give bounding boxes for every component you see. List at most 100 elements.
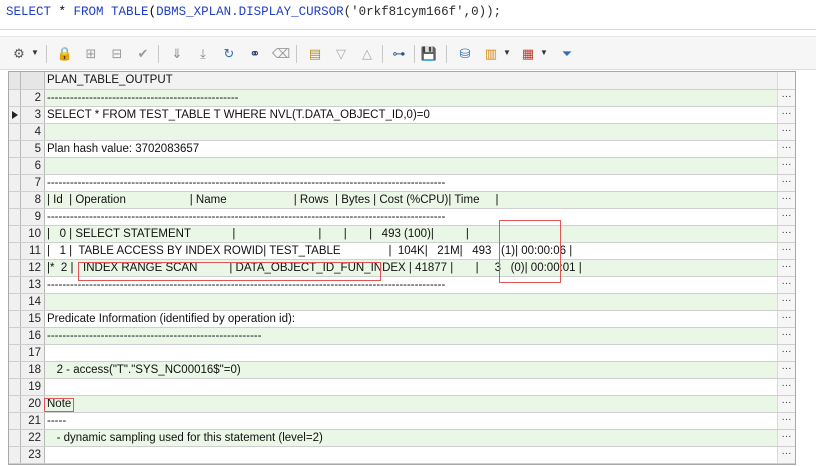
row-indicator[interactable] bbox=[9, 311, 21, 327]
plan-output-cell[interactable]: Plan hash value: 3702083657 bbox=[45, 141, 777, 157]
grid-settings-icon[interactable]: ⚙ bbox=[10, 46, 28, 62]
chevron-down-icon[interactable]: ▼ bbox=[540, 48, 548, 57]
cell-ellipsis-button[interactable]: ··· bbox=[777, 141, 795, 157]
eraser-icon[interactable]: ⌫ bbox=[272, 46, 290, 62]
cell-ellipsis-button[interactable]: ··· bbox=[777, 175, 795, 191]
row-indicator[interactable] bbox=[9, 141, 21, 157]
sql-editor[interactable]: SELECT * FROM TABLE(DBMS_XPLAN.DISPLAY_C… bbox=[0, 0, 816, 30]
plan-output-cell[interactable] bbox=[45, 447, 777, 463]
plan-output-cell[interactable] bbox=[45, 379, 777, 395]
table-row[interactable]: 23 ··· bbox=[9, 447, 795, 464]
row-indicator[interactable] bbox=[9, 107, 21, 123]
table-row[interactable]: 7 ---------------------------------------… bbox=[9, 175, 795, 192]
table-row[interactable]: 9 ---------------------------------------… bbox=[9, 209, 795, 226]
cell-ellipsis-button[interactable]: ··· bbox=[777, 277, 795, 293]
plan-output-cell[interactable]: - dynamic sampling used for this stateme… bbox=[45, 430, 777, 446]
row-indicator[interactable] bbox=[9, 90, 21, 106]
cell-ellipsis-button[interactable]: ··· bbox=[777, 226, 795, 242]
plan-output-cell[interactable]: | 1 | TABLE ACCESS BY INDEX ROWID| TEST_… bbox=[45, 243, 777, 259]
chevron-down-icon[interactable]: ▼ bbox=[503, 48, 511, 57]
row-indicator[interactable] bbox=[9, 345, 21, 361]
row-indicator[interactable] bbox=[9, 447, 21, 463]
cell-ellipsis-button[interactable]: ··· bbox=[777, 430, 795, 446]
cell-ellipsis-button[interactable]: ··· bbox=[777, 311, 795, 327]
table-row[interactable]: 6 ··· bbox=[9, 158, 795, 175]
row-indicator[interactable] bbox=[9, 260, 21, 276]
lock-icon[interactable]: 🔒 bbox=[56, 46, 74, 62]
export-icon[interactable]: ▤ bbox=[306, 46, 324, 62]
save-icon[interactable]: 💾 bbox=[420, 46, 438, 62]
refresh-icon[interactable]: ↻ bbox=[220, 46, 238, 62]
chart-icon[interactable]: ▥ bbox=[482, 46, 500, 62]
row-indicator[interactable] bbox=[9, 396, 21, 412]
cell-ellipsis-button[interactable]: ··· bbox=[777, 90, 795, 106]
plan-output-cell[interactable]: 2 - access("T"."SYS_NC00016$"=0) bbox=[45, 362, 777, 378]
row-indicator[interactable] bbox=[9, 430, 21, 446]
cell-ellipsis-button[interactable]: ··· bbox=[777, 158, 795, 174]
plan-output-cell[interactable] bbox=[45, 345, 777, 361]
plan-output-cell[interactable]: SELECT * FROM TEST_TABLE T WHERE NVL(T.D… bbox=[45, 107, 777, 123]
table-row[interactable]: 8 | Id | Operation | Name | Rows | Bytes … bbox=[9, 192, 795, 209]
plan-output-cell[interactable]: ----------------------------------------… bbox=[45, 209, 777, 225]
table-row[interactable]: 21 ----- ··· bbox=[9, 413, 795, 430]
cell-ellipsis-button[interactable]: ··· bbox=[777, 413, 795, 429]
plan-output-cell[interactable]: Predicate Information (identified by ope… bbox=[45, 311, 777, 327]
table-row[interactable]: 5 Plan hash value: 3702083657 ··· bbox=[9, 141, 795, 158]
row-indicator[interactable] bbox=[9, 362, 21, 378]
plan-output-cell[interactable]: ----- bbox=[45, 413, 777, 429]
add-row-icon[interactable]: ⊞ bbox=[82, 46, 100, 62]
row-indicator[interactable] bbox=[9, 413, 21, 429]
chevron-down-icon[interactable]: ▼ bbox=[31, 48, 39, 57]
cell-ellipsis-button[interactable]: ··· bbox=[777, 345, 795, 361]
filter-down-icon[interactable]: ⇓ bbox=[168, 46, 186, 62]
row-indicator[interactable] bbox=[9, 226, 21, 242]
tree-icon[interactable]: ⊶ bbox=[390, 46, 408, 62]
row-indicator[interactable] bbox=[9, 175, 21, 191]
cell-ellipsis-button[interactable]: ··· bbox=[777, 362, 795, 378]
cell-ellipsis-button[interactable]: ··· bbox=[777, 447, 795, 463]
table-row[interactable]: 19 ··· bbox=[9, 379, 795, 396]
row-indicator[interactable] bbox=[9, 294, 21, 310]
move-down-icon[interactable]: ▽ bbox=[332, 46, 350, 62]
table-row[interactable]: 2 ---------------------------------------… bbox=[9, 90, 795, 107]
table-row[interactable]: 4 ··· bbox=[9, 124, 795, 141]
table-row[interactable]: 14 ··· bbox=[9, 294, 795, 311]
row-indicator[interactable] bbox=[9, 72, 21, 89]
delete-row-icon[interactable]: ⊟ bbox=[108, 46, 126, 62]
cell-ellipsis-button[interactable]: ··· bbox=[777, 192, 795, 208]
plan-output-cell[interactable] bbox=[45, 294, 777, 310]
row-indicator[interactable] bbox=[9, 328, 21, 344]
row-indicator[interactable] bbox=[9, 277, 21, 293]
cell-ellipsis-button[interactable]: ··· bbox=[777, 328, 795, 344]
cell-ellipsis-button[interactable]: ··· bbox=[777, 379, 795, 395]
plan-output-cell[interactable]: | Id | Operation | Name | Rows | Bytes |… bbox=[45, 192, 777, 208]
table-row[interactable]: 3 SELECT * FROM TEST_TABLE T WHERE NVL(T.… bbox=[9, 107, 795, 124]
cell-ellipsis-button[interactable]: ··· bbox=[777, 209, 795, 225]
plan-output-cell[interactable] bbox=[45, 158, 777, 174]
table-row[interactable]: 17 ··· bbox=[9, 345, 795, 362]
table-row[interactable]: 15 Predicate Information (identified by o… bbox=[9, 311, 795, 328]
binoculars-search-icon[interactable]: ⚭ bbox=[246, 46, 264, 62]
row-indicator[interactable] bbox=[9, 124, 21, 140]
table-row[interactable]: 22 - dynamic sampling used for this stat… bbox=[9, 430, 795, 447]
funnel-filter-icon[interactable]: ⏷ bbox=[558, 46, 576, 62]
table-row[interactable]: 16 --------------------------------------… bbox=[9, 328, 795, 345]
plan-output-cell[interactable]: ----------------------------------------… bbox=[45, 90, 777, 106]
cell-ellipsis-button[interactable]: ··· bbox=[777, 107, 795, 123]
cell-ellipsis-button[interactable]: ··· bbox=[777, 294, 795, 310]
row-indicator[interactable] bbox=[9, 379, 21, 395]
plan-output-cell[interactable]: ----------------------------------------… bbox=[45, 328, 777, 344]
row-indicator[interactable] bbox=[9, 158, 21, 174]
cell-ellipsis-button[interactable]: ··· bbox=[777, 260, 795, 276]
table-row[interactable]: 10 | 0 | SELECT STATEMENT | | | | 493 (10… bbox=[9, 226, 795, 243]
plan-output-cell[interactable]: ----------------------------------------… bbox=[45, 175, 777, 191]
database-icon[interactable]: ⛁ bbox=[456, 46, 474, 62]
check-icon[interactable]: ✔ bbox=[134, 46, 152, 62]
table-grid-icon[interactable]: ▦ bbox=[519, 46, 537, 62]
cell-ellipsis-button[interactable]: ··· bbox=[777, 396, 795, 412]
cell-ellipsis-button[interactable]: ··· bbox=[777, 124, 795, 140]
row-indicator[interactable] bbox=[9, 192, 21, 208]
column-header-plan-table-output[interactable]: PLAN_TABLE_OUTPUT bbox=[45, 72, 777, 89]
row-indicator[interactable] bbox=[9, 243, 21, 259]
table-row[interactable]: 11 | 1 | TABLE ACCESS BY INDEX ROWID| TES… bbox=[9, 243, 795, 260]
